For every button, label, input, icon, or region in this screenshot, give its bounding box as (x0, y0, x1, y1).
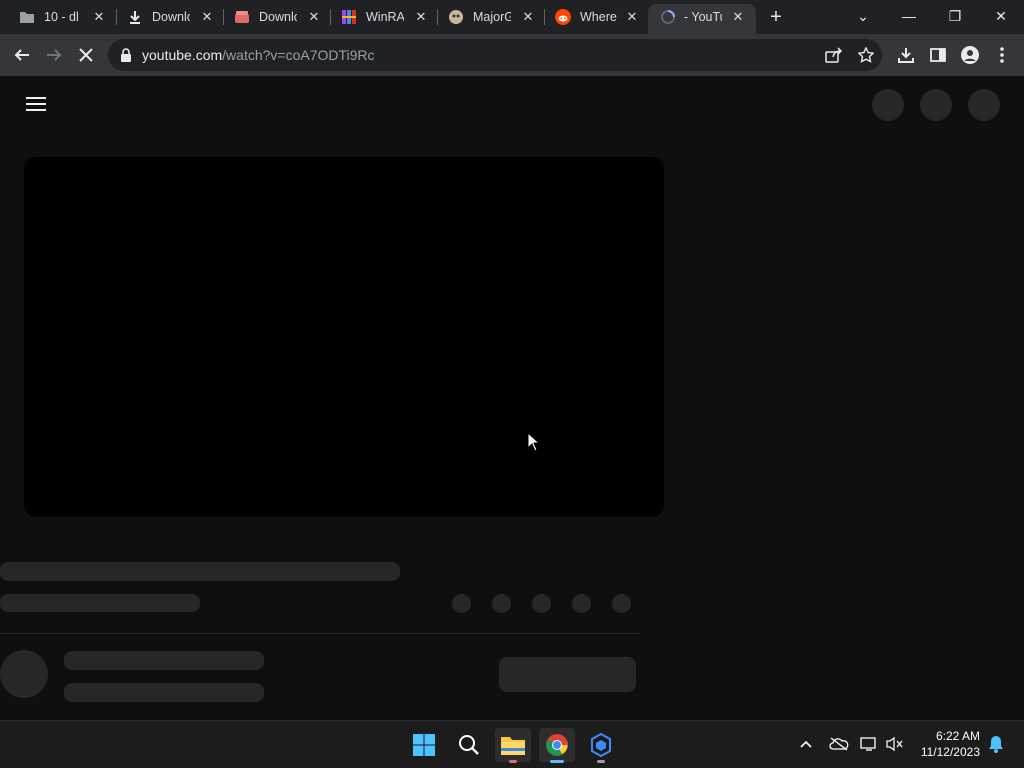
close-tab-icon[interactable]: ✕ (624, 9, 640, 25)
header-placeholder-circle (872, 89, 904, 121)
subscribe-button-placeholder (499, 657, 636, 692)
tab-search-button[interactable]: ⌄ (840, 0, 886, 32)
tab-label: Where (580, 10, 617, 24)
share-button[interactable] (822, 43, 846, 67)
app-indicator-active (550, 760, 564, 763)
action-placeholder-circle (572, 594, 591, 613)
start-button[interactable] (406, 728, 442, 762)
action-placeholder-circle (612, 594, 631, 613)
share-icon (825, 47, 843, 63)
loading-icon (660, 9, 676, 25)
channel-avatar-placeholder (0, 650, 48, 698)
action-placeholder-circle (452, 594, 471, 613)
url-domain: youtube.com (142, 47, 223, 63)
app-taskbar-button[interactable] (583, 728, 619, 762)
bookmark-button[interactable] (854, 43, 878, 67)
windows-logo-icon (413, 734, 435, 756)
download-icon (898, 48, 914, 63)
tab-reddit[interactable]: Where ✕ (536, 4, 644, 30)
close-window-button[interactable]: ✕ (978, 0, 1024, 32)
chrome-taskbar-button[interactable] (539, 728, 575, 762)
minimize-button[interactable]: — (886, 0, 932, 32)
action-placeholder-circle (532, 594, 551, 613)
action-placeholder-circle (492, 594, 511, 613)
divider (0, 633, 640, 634)
header-placeholder-circle (968, 89, 1000, 121)
channel-subs-placeholder (64, 683, 264, 702)
screen: 10 - dl ✕ Downlo ✕ Downlo ✕ WinRA ✕ Majo… (0, 0, 1024, 768)
close-tab-icon[interactable]: ✕ (520, 9, 536, 25)
profile-button[interactable] (958, 43, 982, 67)
forward-button[interactable] (42, 43, 66, 67)
tab-youtube-active[interactable]: - YouTu ✕ (648, 4, 756, 34)
stop-loading-button[interactable] (74, 43, 98, 67)
reddit-icon (555, 9, 571, 25)
network-icon[interactable] (860, 735, 878, 753)
tab-label: Downlo (152, 10, 190, 24)
tab-label: MajorG (473, 10, 511, 24)
arrow-right-icon (47, 49, 62, 61)
url-text[interactable]: youtube.com/watch?v=coA7ODTi9Rc (142, 46, 375, 64)
side-panel-icon (930, 48, 946, 62)
more-vert-icon (1000, 47, 1004, 63)
tab-folder[interactable]: 10 - dl ✕ (0, 4, 108, 30)
tab-label: WinRAI (366, 10, 404, 24)
chrome-icon (546, 734, 568, 756)
notification-bell-icon[interactable] (987, 735, 1005, 753)
star-icon (858, 47, 874, 63)
search-button[interactable] (451, 728, 487, 762)
downloads-button[interactable] (894, 43, 918, 67)
tab-label: 10 - dl (44, 10, 79, 24)
tab-winrar[interactable]: WinRAI ✕ (322, 4, 430, 30)
clock-time: 6:22 AM (935, 729, 980, 743)
folder-icon (501, 737, 525, 755)
new-tab-button[interactable]: + (765, 6, 787, 28)
tab-strip: 10 - dl ✕ Downlo ✕ Downlo ✕ WinRA ✕ Majo… (0, 0, 1024, 34)
tab-store[interactable]: Downlo ✕ (215, 4, 323, 30)
back-button[interactable] (10, 43, 34, 67)
tab-majorgeeks[interactable]: MajorG ✕ (429, 4, 537, 30)
system-clock[interactable]: 6:22 AM 11/12/2023 (921, 728, 980, 760)
onedrive-off-icon[interactable] (829, 735, 849, 753)
menu-hamburger-icon[interactable] (26, 97, 46, 111)
download-icon (127, 9, 143, 25)
cube-app-icon (591, 733, 611, 757)
search-icon (459, 735, 479, 755)
tab-label: - YouTu (684, 10, 722, 24)
tab-download[interactable]: Downlo ✕ (108, 4, 216, 30)
close-tab-icon[interactable]: ✕ (413, 9, 429, 25)
url-path: /watch?v=coA7ODTi9Rc (222, 47, 375, 63)
chevron-up-icon[interactable] (797, 735, 815, 753)
file-explorer-button[interactable] (495, 728, 531, 762)
winrar-icon (341, 9, 357, 25)
close-tab-icon[interactable]: ✕ (199, 9, 215, 25)
header-placeholder-circle (920, 89, 952, 121)
close-tab-icon[interactable]: ✕ (306, 9, 322, 25)
close-tab-icon[interactable]: ✕ (91, 9, 107, 25)
arrow-left-icon (14, 49, 29, 61)
subtitle-placeholder (0, 594, 200, 612)
restore-button[interactable]: ❐ (932, 0, 978, 32)
side-panel-button[interactable] (926, 43, 950, 67)
channel-name-placeholder (64, 651, 264, 670)
app-indicator (509, 760, 517, 763)
menu-button[interactable] (990, 43, 1014, 67)
video-player[interactable] (24, 157, 664, 517)
lock-icon (121, 48, 131, 62)
volume-muted-icon[interactable] (886, 735, 904, 753)
profile-icon (961, 46, 979, 64)
app-indicator (597, 760, 605, 763)
close-icon (79, 48, 93, 62)
clock-date: 11/12/2023 (920, 745, 980, 759)
folder-icon (19, 9, 35, 25)
majorgeeks-icon (448, 9, 464, 25)
close-tab-icon[interactable]: ✕ (730, 9, 746, 25)
mouse-cursor-icon (527, 432, 541, 452)
tab-label: Downlo (259, 10, 297, 24)
title-placeholder (0, 562, 400, 581)
store-icon (234, 9, 250, 25)
